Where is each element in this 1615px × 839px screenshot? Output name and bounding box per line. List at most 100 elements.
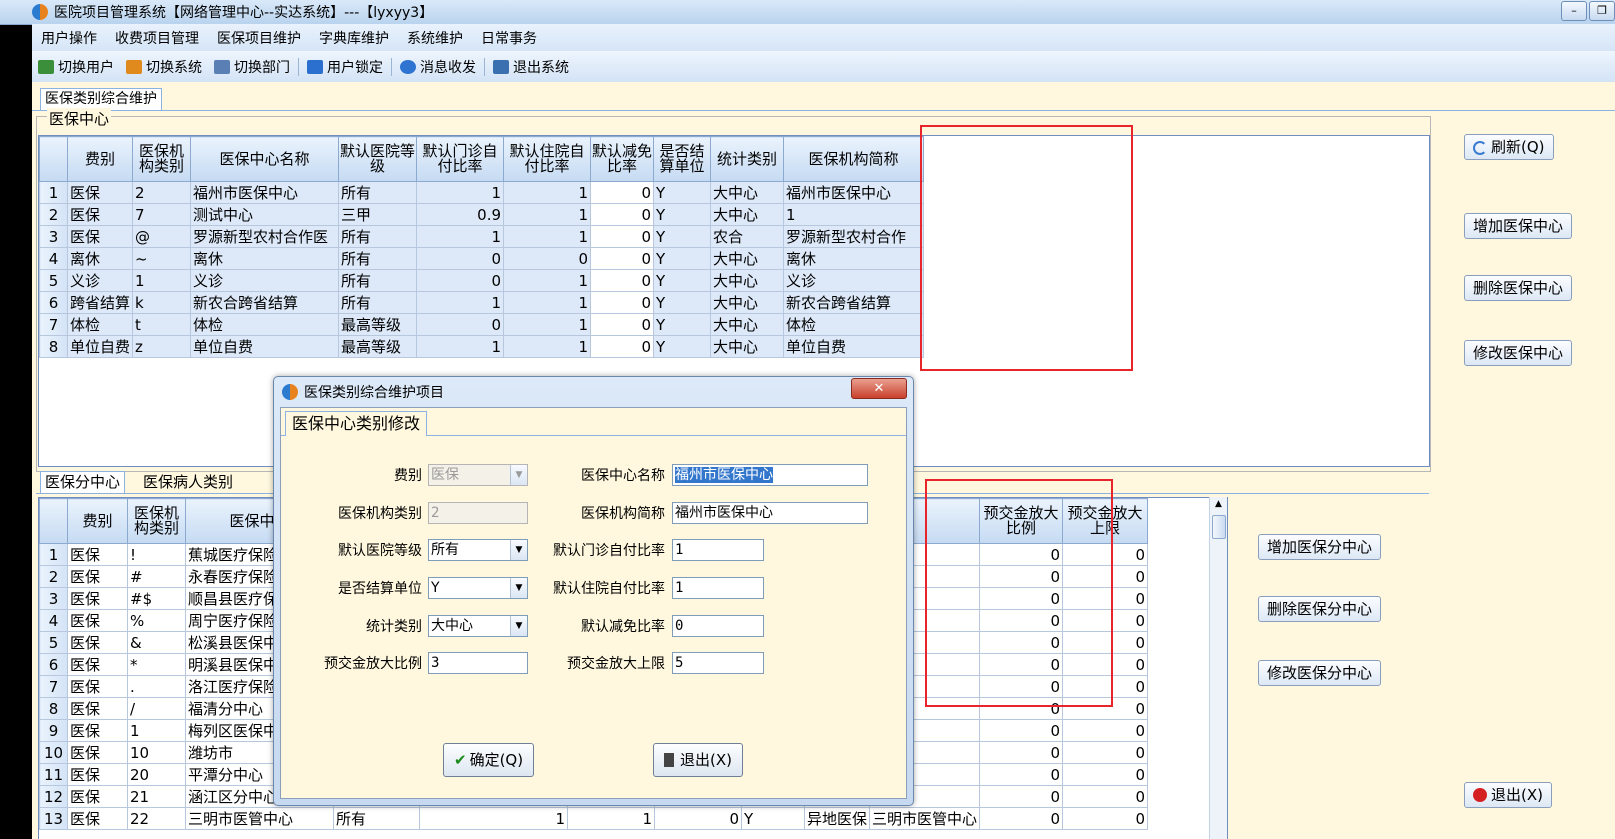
table-cell[interactable]: 10: [127, 741, 186, 764]
table-cell[interactable]: 所有: [333, 807, 420, 830]
table-cell[interactable]: 体检: [783, 313, 925, 336]
column-header[interactable]: 默认减免比率: [590, 136, 655, 182]
row-number[interactable]: 10: [39, 741, 68, 764]
minimize-icon[interactable]: –: [1561, 1, 1587, 21]
column-header[interactable]: 统计类别: [710, 136, 785, 182]
table-cell[interactable]: Y: [653, 335, 712, 358]
row-number[interactable]: 7: [39, 675, 68, 698]
hospital-level-select[interactable]: 所有 ▼: [428, 539, 528, 561]
column-header[interactable]: 费别: [67, 498, 128, 544]
table-cell[interactable]: 2: [132, 181, 192, 204]
table-cell[interactable]: 医保: [67, 785, 128, 808]
modify-sub-center-button[interactable]: 修改医保分中心: [1258, 660, 1382, 686]
add-sub-center-button[interactable]: 增加医保分中心: [1258, 534, 1382, 560]
lock-user-button[interactable]: 用户锁定: [301, 57, 389, 77]
table-row[interactable]: 3 医保 @ 罗源新型农村合作医 所有 1 1 0 Y 农合 罗源新型农村合作: [39, 225, 925, 248]
column-header[interactable]: 是否结算单位: [653, 136, 712, 182]
table-row[interactable]: 4 离休 ~ 离休 所有 0 0 0 Y 大中心 离休: [39, 247, 925, 270]
row-number[interactable]: 4: [39, 247, 68, 270]
row-number[interactable]: 1: [39, 181, 68, 204]
table-row[interactable]: 7 体检 t 体检 最高等级 0 1 0 Y 大中心 体检: [39, 313, 925, 336]
column-header[interactable]: 预交金放大上限: [1062, 498, 1149, 544]
table-cell[interactable]: 0: [979, 609, 1064, 632]
table-cell[interactable]: 医保: [67, 587, 128, 610]
org-short-input[interactable]: 福州市医保中心: [672, 502, 868, 524]
column-header[interactable]: 医保机构类别: [127, 498, 186, 544]
table-cell[interactable]: 0: [590, 181, 655, 204]
table-cell[interactable]: k: [132, 291, 192, 314]
table-cell[interactable]: 离休: [190, 247, 340, 270]
column-header[interactable]: [39, 136, 68, 182]
table-cell[interactable]: 0: [979, 741, 1064, 764]
table-cell[interactable]: 罗源新型农村合作医: [190, 225, 340, 248]
row-number[interactable]: 6: [39, 653, 68, 676]
table-cell[interactable]: &: [127, 631, 186, 654]
switch-department-button[interactable]: 切换部门: [208, 57, 296, 77]
table-cell[interactable]: *: [127, 653, 186, 676]
column-header[interactable]: [39, 498, 68, 544]
scroll-thumb[interactable]: [1212, 515, 1226, 539]
table-cell[interactable]: 7: [132, 203, 192, 226]
table-cell[interactable]: 异地医保: [803, 807, 871, 830]
row-number[interactable]: 5: [39, 269, 68, 292]
table-cell[interactable]: 大中心: [710, 269, 785, 292]
table-cell[interactable]: 0: [979, 631, 1064, 654]
outpatient-rate-input[interactable]: 1: [672, 539, 764, 561]
column-header[interactable]: 默认门诊自付比率: [416, 136, 505, 182]
table-cell[interactable]: 医保: [66, 225, 134, 248]
org-type-input[interactable]: 2: [428, 502, 528, 524]
table-cell[interactable]: Y: [653, 269, 712, 292]
table-cell[interactable]: 医保: [67, 763, 128, 786]
table-cell[interactable]: 义诊: [66, 269, 134, 292]
table-cell[interactable]: 医保: [67, 807, 128, 830]
table-cell[interactable]: 1: [503, 225, 592, 248]
row-number[interactable]: 5: [39, 631, 68, 654]
table-cell[interactable]: @: [132, 225, 192, 248]
table-cell[interactable]: 体检: [66, 313, 134, 336]
fee-type-select[interactable]: 医保 ▼: [428, 464, 528, 486]
table-cell[interactable]: 20: [127, 763, 186, 786]
menu-insurance-items[interactable]: 医保项目维护: [208, 28, 310, 48]
table-row[interactable]: 1 医保 2 福州市医保中心 所有 1 1 0 Y 大中心 福州市医保中心: [39, 181, 925, 204]
table-cell[interactable]: 大中心: [710, 181, 785, 204]
table-cell[interactable]: 大中心: [710, 203, 785, 226]
table-cell[interactable]: z: [132, 335, 192, 358]
table-cell[interactable]: 0: [654, 807, 742, 830]
table-cell[interactable]: 离休: [66, 247, 134, 270]
table-cell[interactable]: 所有: [338, 181, 418, 204]
add-center-button[interactable]: 增加医保中心: [1464, 213, 1573, 239]
restore-icon[interactable]: ❐: [1589, 1, 1615, 21]
table-cell[interactable]: 0: [1062, 719, 1149, 742]
table-row[interactable]: 2 医保 7 测试中心 三甲 0.9 1 0 Y 大中心 1: [39, 203, 925, 226]
cancel-button[interactable]: 退出(X): [653, 743, 743, 777]
menu-system[interactable]: 系统维护: [398, 28, 472, 48]
table-cell[interactable]: 0: [590, 335, 655, 358]
table-cell[interactable]: 医保: [67, 609, 128, 632]
table-cell[interactable]: 0: [1062, 763, 1149, 786]
table-cell[interactable]: Y: [741, 807, 805, 830]
table-cell[interactable]: 医保: [67, 631, 128, 654]
table-row[interactable]: 5 义诊 1 义诊 所有 0 1 0 Y 大中心 义诊: [39, 269, 925, 292]
table-cell[interactable]: 离休: [783, 247, 925, 270]
table-cell[interactable]: 0: [1062, 543, 1149, 566]
table-cell[interactable]: 0: [590, 269, 655, 292]
table-cell[interactable]: 福州市医保中心: [190, 181, 340, 204]
prepay-limit-input[interactable]: 5: [672, 652, 764, 674]
table-cell[interactable]: 0: [979, 785, 1064, 808]
table-cell[interactable]: 最高等级: [338, 335, 418, 358]
table-cell[interactable]: 0: [1062, 565, 1149, 588]
table-cell[interactable]: 医保: [67, 543, 128, 566]
table-cell[interactable]: 1: [419, 807, 568, 830]
row-number[interactable]: 13: [39, 807, 68, 830]
scroll-up-icon[interactable]: ▲: [1210, 497, 1227, 511]
table-cell[interactable]: 1: [416, 225, 505, 248]
table-cell[interactable]: 单位自费: [190, 335, 340, 358]
stat-type-select[interactable]: 大中心 ▼: [428, 615, 528, 637]
row-number[interactable]: 11: [39, 763, 68, 786]
table-cell[interactable]: 1: [783, 203, 925, 226]
row-number[interactable]: 12: [39, 785, 68, 808]
table-cell[interactable]: 0: [1062, 631, 1149, 654]
row-number[interactable]: 2: [39, 565, 68, 588]
table-cell[interactable]: 0: [1062, 741, 1149, 764]
tab-sub-center[interactable]: 医保分中心: [40, 471, 126, 493]
